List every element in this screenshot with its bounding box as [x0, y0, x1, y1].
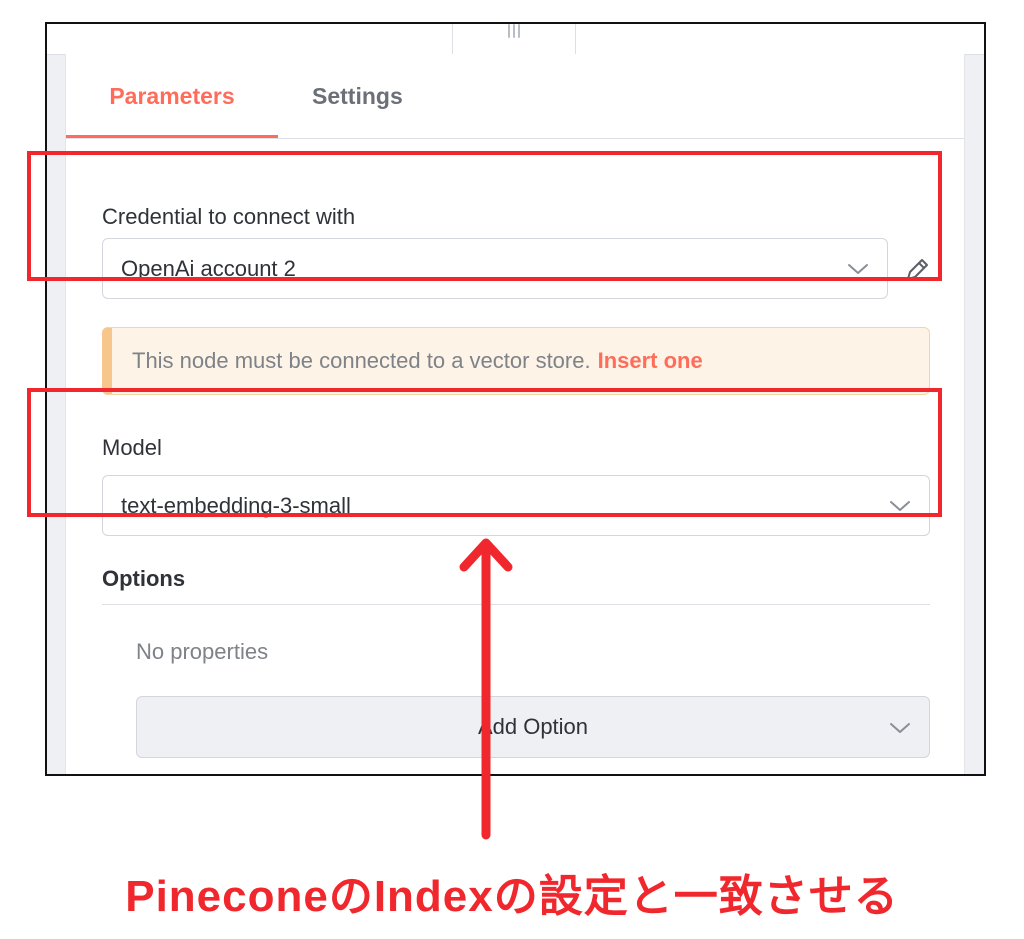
tab-settings[interactable]: Settings — [312, 54, 403, 138]
chevron-down-icon — [848, 263, 868, 274]
insert-one-link[interactable]: Insert one — [598, 348, 703, 374]
annotation-caption: PineconeのIndexの設定と一致させる — [125, 872, 899, 921]
options-title: Options — [102, 566, 186, 591]
chevron-down-icon — [890, 723, 910, 733]
model-value: text-embedding-3-small — [121, 492, 351, 518]
chevron-down-icon — [890, 500, 910, 511]
arrow-up-icon — [459, 538, 513, 840]
notice-text: This node must be connected to a vector … — [132, 348, 591, 373]
credential-select[interactable]: OpenAi account 2 — [102, 238, 888, 299]
model-label: Model — [102, 435, 162, 460]
drag-handle-icon[interactable] — [452, 24, 576, 55]
add-option-button[interactable]: Add Option — [136, 696, 930, 758]
tab-bar: Parameters Settings — [66, 54, 964, 139]
pencil-icon[interactable] — [902, 255, 932, 285]
tab-parameters[interactable]: Parameters — [66, 54, 278, 138]
no-properties-text: No properties — [136, 639, 269, 664]
vector-store-notice: This node must be connected to a vector … — [102, 327, 930, 395]
credential-label: Credential to connect with — [102, 204, 356, 229]
credential-value: OpenAi account 2 — [121, 255, 296, 281]
model-select[interactable]: text-embedding-3-small — [102, 475, 930, 536]
